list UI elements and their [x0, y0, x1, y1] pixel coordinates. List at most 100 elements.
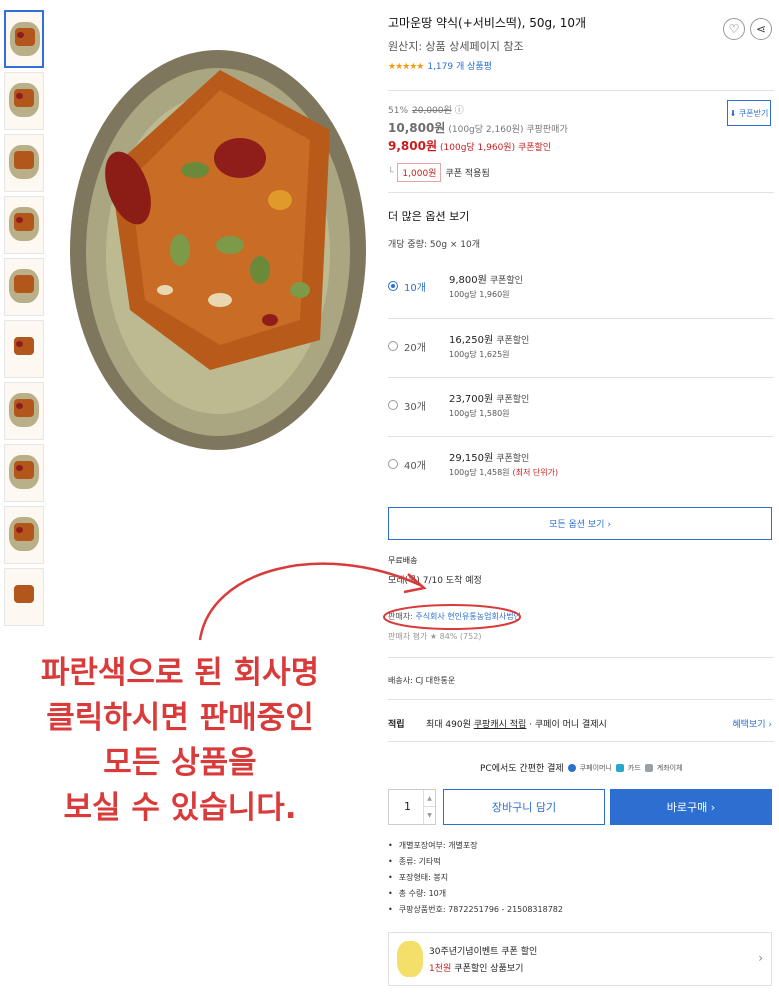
option-unit-price: 100g당 1,625원	[449, 350, 510, 359]
spec-item: 종류: 기타떡	[388, 856, 563, 872]
seller-rating: 판매자 평가 ★ 84% (752)	[388, 632, 482, 641]
buy-now-button[interactable]: 바로구매 ›	[610, 789, 772, 825]
sale-unit-price: (100g당 2,160원) 쿠팡판매가	[448, 125, 568, 135]
thumbnail[interactable]	[4, 72, 44, 130]
coupon-download-button[interactable]: ⬇ 쿠폰받기	[727, 100, 771, 126]
promo-banner[interactable]: 30주년기념이벤트 쿠폰 할인 1천원 쿠폰할인 상품보기 ›	[388, 932, 772, 986]
option-row[interactable]: 20개 16,250원 쿠폰할인 100g당 1,625원	[388, 325, 772, 383]
rating-stars: ★★★★★	[388, 62, 424, 72]
product-title: 고마운땅 약식(+서비스떡), 50g, 10개	[388, 16, 587, 30]
option-quantity: 10개	[404, 283, 426, 294]
add-to-cart-button[interactable]: 장바구니 담기	[443, 789, 605, 825]
option-quantity: 40개	[404, 461, 426, 472]
option-unit-price: 100g당 1,580원	[449, 409, 510, 418]
option-quantity: 20개	[404, 343, 426, 354]
more-options-heading: 더 많은 옵션 보기	[388, 210, 470, 223]
product-main-image	[70, 50, 366, 450]
caption-line: 모든 상품을	[103, 745, 257, 781]
divider	[388, 192, 774, 193]
seller-row: 판매자: 주식회사 현인유통농업회사법인	[388, 612, 521, 621]
original-price: 20,000원	[412, 106, 452, 116]
sale-price: 10,800원 (100g당 2,160원) 쿠팡판매가	[388, 121, 568, 135]
spec-item: 총 수량: 10개	[388, 888, 563, 904]
increment-icon[interactable]: ▲	[423, 790, 435, 807]
thumbnail[interactable]	[4, 10, 44, 68]
info-icon[interactable]: ⓘ	[455, 106, 464, 116]
coupon-amount-badge: 1,000원	[397, 163, 442, 182]
quantity-stepper[interactable]: 1 ▲ ▼	[388, 789, 436, 825]
product-origin: 원산지: 상품 상세페이지 참조	[388, 40, 524, 53]
divider	[388, 377, 774, 378]
quantity-value[interactable]: 1	[404, 800, 411, 813]
thumbnail[interactable]	[4, 506, 44, 564]
caption-line: 클릭하시면 판매중인	[46, 700, 314, 736]
caption-line: 파란색으로 된 회사명	[40, 655, 320, 691]
thumbnail[interactable]	[4, 568, 44, 626]
share-icon[interactable]: ⋖	[750, 18, 772, 40]
option-price: 16,250원 쿠폰할인	[449, 335, 530, 346]
thumbnail[interactable]	[4, 258, 44, 316]
divider	[388, 699, 774, 700]
coupon-unit-price: (100g당 1,960원) 쿠폰할인	[440, 143, 552, 153]
product-rating[interactable]: ★★★★★ 1,179 개 상품평	[388, 59, 492, 72]
thumbnail[interactable]	[4, 382, 44, 440]
radio-selected[interactable]	[388, 281, 398, 291]
spec-item: 포장형태: 봉지	[388, 872, 563, 888]
pack-weight: 개당 중량: 50g × 10개	[388, 240, 481, 250]
divider	[388, 90, 774, 91]
radio-unselected[interactable]	[388, 400, 398, 410]
thumbnail[interactable]	[4, 444, 44, 502]
discount-line: 51% 20,000원 ⓘ	[388, 103, 464, 116]
shipping-company: 배송사: CJ 대한통운	[388, 676, 456, 685]
delivery-eta: 모레(목) 7/10 도착 예정	[388, 576, 482, 586]
coupon-price: 9,800원 (100g당 1,960원) 쿠폰할인	[388, 139, 552, 153]
option-unit-price: 100g당 1,458원 (최저 단위가)	[449, 468, 559, 477]
heart-icon[interactable]: ♡	[723, 18, 745, 40]
seller-name-link[interactable]: 주식회사 현인유통농업회사법인	[415, 612, 521, 621]
all-options-button[interactable]: 모든 옵션 보기 ›	[388, 507, 772, 540]
option-price: 29,150원 쿠폰할인	[449, 453, 530, 464]
pay-method: 카드	[627, 763, 641, 772]
option-row[interactable]: 10개 9,800원 쿠폰할인 100g당 1,960원	[388, 265, 772, 323]
divider	[388, 436, 774, 437]
pay-method: 쿠페이머니	[579, 763, 612, 772]
coupay-icon	[567, 763, 576, 772]
card-icon	[615, 763, 624, 772]
annotation-caption: 파란색으로 된 회사명 클릭하시면 판매중인 모든 상품을 보실 수 있습니다.	[0, 651, 360, 831]
radio-unselected[interactable]	[388, 341, 398, 351]
spec-item: 쿠팡상품번호: 7872251796 - 21508318782	[388, 904, 563, 920]
spec-list: 개별포장여부: 개별포장 종류: 기타떡 포장형태: 봉지 총 수량: 10개 …	[388, 840, 563, 920]
easy-pay-label: PC에서도 간편한 결제	[480, 764, 564, 774]
option-price: 23,700원 쿠폰할인	[449, 394, 530, 405]
promo-subtitle: 1천원 쿠폰할인 상품보기	[429, 964, 524, 974]
thumbnail-list	[4, 10, 46, 630]
option-unit-price: 100g당 1,960원	[449, 290, 510, 299]
discount-percent: 51%	[388, 106, 409, 116]
caption-line: 보실 수 있습니다.	[63, 790, 297, 826]
benefit-link[interactable]: 혜택보기 ›	[732, 717, 772, 730]
free-shipping-label: 무료배송	[388, 556, 418, 565]
option-quantity: 30개	[404, 402, 426, 413]
lowest-unit-badge: (최저 단위가)	[512, 468, 559, 477]
review-count[interactable]: 1,179 개 상품평	[427, 62, 492, 72]
pay-method: 계좌이체	[656, 763, 683, 772]
easy-pay-row: PC에서도 간편한 결제 쿠페이머니 카드 계좌이체	[480, 761, 683, 774]
option-row[interactable]: 40개 29,150원 쿠폰할인 100g당 1,458원 (최저 단위가)	[388, 443, 772, 501]
option-row[interactable]: 30개 23,700원 쿠폰할인 100g당 1,580원	[388, 384, 772, 442]
promo-thumbnail	[397, 941, 423, 977]
decrement-icon[interactable]: ▼	[423, 807, 435, 824]
thumbnail[interactable]	[4, 196, 44, 254]
divider	[388, 318, 774, 319]
thumbnail[interactable]	[4, 320, 44, 378]
coupon-applied-row: └ 1,000원 쿠폰 적용됨	[388, 163, 490, 182]
divider	[388, 657, 774, 658]
spec-item: 개별포장여부: 개별포장	[388, 840, 563, 856]
promo-title: 30주년기념이벤트 쿠폰 할인	[429, 947, 538, 957]
thumbnail[interactable]	[4, 134, 44, 192]
option-price: 9,800원 쿠폰할인	[449, 275, 523, 286]
chevron-right-icon: ›	[758, 951, 763, 965]
coupang-cash-link[interactable]: 쿠팡캐시 적립	[474, 720, 527, 730]
radio-unselected[interactable]	[388, 459, 398, 469]
bank-transfer-icon	[644, 763, 653, 772]
reward-description: 최대 490원 쿠팡캐시 적립 · 쿠페이 머니 결제시	[426, 720, 607, 730]
